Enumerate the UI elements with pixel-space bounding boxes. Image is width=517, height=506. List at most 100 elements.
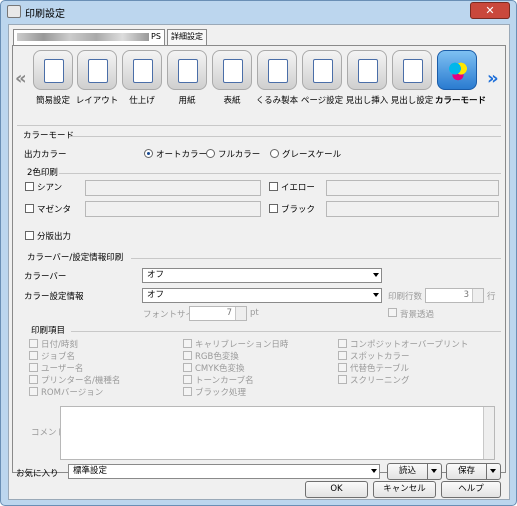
printer-name-blurred (17, 32, 149, 41)
checkbox-rom-version[interactable] (29, 387, 38, 396)
close-button[interactable]: ✕ (470, 2, 510, 19)
auto-color-label: オートカラー (156, 150, 208, 160)
radio-grayscale[interactable] (270, 149, 279, 158)
checkbox-black[interactable] (269, 204, 278, 213)
category-label: 見出し設定 (390, 96, 434, 106)
category-label: 仕上げ (129, 96, 155, 106)
category-paper[interactable]: 用紙 (165, 50, 209, 106)
font-size-unit: pt (250, 308, 259, 318)
checkbox-printer-name[interactable] (29, 375, 38, 384)
magenta-label: マゼンタ (37, 205, 72, 215)
yellow-color-field[interactable] (326, 180, 499, 196)
save-button[interactable]: 保存 (446, 463, 501, 480)
cyan-label: シアン (37, 183, 63, 193)
cancel-button[interactable]: キャンセル (373, 481, 436, 498)
title-bar: 印刷設定 ✕ (1, 1, 516, 23)
category-label: 表紙 (223, 96, 241, 106)
category-label: カラーモード (435, 96, 487, 106)
print-lines-unit: 行 (487, 292, 496, 302)
load-menu-arrow[interactable] (427, 464, 441, 479)
color-info-value: オフ (147, 290, 165, 300)
checkbox-black-processing[interactable] (183, 387, 192, 396)
colorbar-value: オフ (147, 270, 165, 280)
comment-scrollbar[interactable] (483, 407, 494, 459)
divider (69, 136, 501, 137)
checkbox-rgb-conversion[interactable] (183, 351, 192, 360)
tab-insert-icon (347, 50, 387, 90)
save-menu-arrow[interactable] (486, 464, 500, 479)
favorites-value: 標準設定 (73, 466, 108, 476)
category-label: 見出し挿入 (345, 96, 389, 106)
category-color-mode[interactable]: カラーモード (435, 50, 487, 106)
scroll-left-icon[interactable]: « (15, 68, 27, 89)
category-icon-bar: « 簡易設定 レイアウト 仕上げ 用紙 表紙 くるみ製本 ページ設定 見出し挿入… (13, 46, 505, 123)
checkbox-composite-overprint[interactable] (338, 339, 347, 348)
item-label: キャリブレーション日時 (195, 340, 289, 350)
item-label: 日付/時刻 (41, 340, 78, 350)
checkbox-yellow[interactable] (269, 182, 278, 191)
checkbox-job-name[interactable] (29, 351, 38, 360)
black-label: ブラック (281, 205, 316, 215)
category-finishing[interactable]: 仕上げ (120, 50, 164, 106)
checkbox-cmyk-conversion[interactable] (183, 363, 192, 372)
category-cover[interactable]: 表紙 (210, 50, 254, 106)
checkbox-date-time[interactable] (29, 339, 38, 348)
tab-ps[interactable]: PS (13, 29, 165, 46)
checkbox-split-output[interactable] (25, 231, 34, 240)
item-label: RGB色変換 (195, 352, 239, 362)
tab-advanced[interactable]: 詳細設定 (167, 29, 207, 45)
checkbox-user-name[interactable] (29, 363, 38, 372)
checkbox-magenta[interactable] (25, 204, 34, 213)
category-label: ページ設定 (300, 96, 344, 106)
divider (59, 173, 501, 174)
page-setup-icon (302, 50, 342, 90)
category-tab-settings[interactable]: 見出し設定 (390, 50, 434, 106)
category-label: 簡易設定 (35, 96, 70, 106)
tab-ps-label: PS (151, 32, 161, 41)
checkbox-bg-transparent[interactable] (388, 308, 397, 317)
category-basic[interactable]: 簡易設定 (31, 50, 75, 106)
scroll-right-icon[interactable]: » (487, 68, 499, 89)
item-label: 代替色テーブル (350, 364, 409, 374)
load-button[interactable]: 読込 (387, 463, 442, 480)
help-button[interactable]: ヘルプ (441, 481, 501, 498)
category-layout[interactable]: レイアウト (75, 50, 119, 106)
black-color-field[interactable] (326, 201, 499, 217)
section-colorbar: カラーバー/設定情報印刷 (27, 253, 124, 263)
font-size-stepper[interactable]: 7 (189, 306, 247, 321)
magenta-color-field[interactable] (85, 201, 261, 217)
favorites-label: お気に入り (16, 469, 59, 479)
item-label: プリンター名/機種名 (41, 376, 121, 386)
tab-settings-icon (392, 50, 432, 90)
category-tab-insert[interactable]: 見出し挿入 (345, 50, 389, 106)
item-label: ROMバージョン (41, 388, 104, 398)
checkbox-alt-color-table[interactable] (338, 363, 347, 372)
category-page-setup[interactable]: ページ設定 (300, 50, 344, 106)
item-label: トーンカーブ名 (195, 376, 254, 386)
category-label: レイアウト (75, 96, 119, 106)
item-label: ユーザー名 (41, 364, 84, 374)
cyan-color-field[interactable] (85, 180, 261, 196)
radio-full-color[interactable] (206, 149, 215, 158)
checkbox-calibration[interactable] (183, 339, 192, 348)
checkbox-spot-color[interactable] (338, 351, 347, 360)
comment-textarea[interactable] (60, 406, 495, 460)
yellow-label: イエロー (281, 183, 315, 193)
category-perfect-binding[interactable]: くるみ製本 (255, 50, 299, 106)
printer-icon (7, 5, 21, 18)
print-lines-stepper[interactable]: 3 (425, 288, 484, 303)
item-label: スクリーニング (350, 376, 410, 386)
layout-icon (77, 50, 117, 90)
checkbox-screening[interactable] (338, 375, 347, 384)
divider (17, 125, 501, 126)
favorites-select[interactable]: 標準設定 (68, 464, 380, 479)
item-label: CMYK色変換 (195, 364, 245, 374)
colorbar-select[interactable]: オフ (142, 268, 382, 283)
radio-auto-color[interactable] (144, 149, 153, 158)
checkbox-cyan[interactable] (25, 182, 34, 191)
color-info-select[interactable]: オフ (142, 288, 382, 303)
grayscale-label: グレースケール (282, 150, 342, 160)
ok-button[interactable]: OK (305, 481, 368, 498)
checkbox-tone-curve[interactable] (183, 375, 192, 384)
divider (71, 331, 501, 332)
